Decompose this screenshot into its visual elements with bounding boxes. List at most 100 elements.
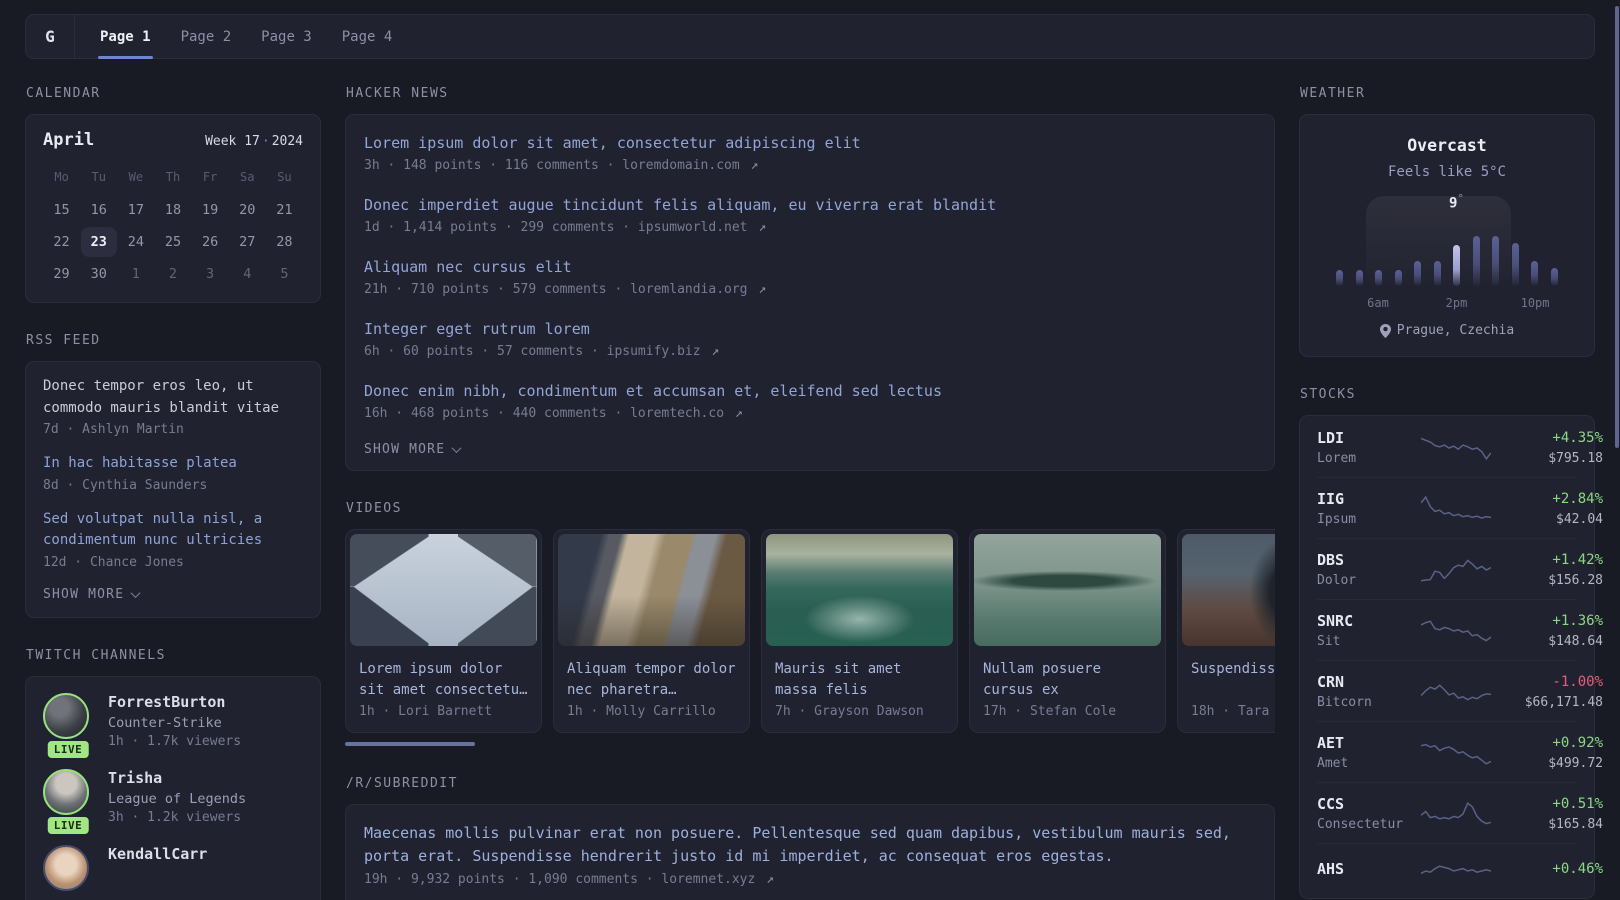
stock-name: Consectetur [1317,817,1404,832]
page-scrollbar[interactable] [1615,6,1619,448]
calendar-day[interactable]: 20 [229,194,266,226]
hn-item-meta: 16h · 468 points · 440 comments · loremt… [364,406,743,421]
video-title[interactable]: Suspendisse diam [1178,650,1275,701]
calendar-day[interactable]: 16 [80,194,117,226]
calendar-day[interactable]: 27 [229,226,266,258]
calendar-day[interactable]: 26 [192,226,229,258]
video-meta: 1h · Molly Carrillo [567,704,716,719]
weather-bar [1375,269,1383,286]
hn-item-title[interactable]: Integer eget rutrum lorem [364,318,1256,340]
video-title[interactable]: Mauris sit amet massa felis [762,650,957,701]
subreddit-post-item-title[interactable]: Maecenas mollis pulvinar erat non posuer… [364,822,1256,867]
hacker-news-card: Lorem ipsum dolor sit amet, consectetur … [345,114,1275,471]
video-card[interactable]: Suspendisse diam 18h · Tara [1177,529,1275,733]
video-title[interactable]: Aliquam tempor dolor nec pharetra… [554,650,749,701]
calendar-day[interactable]: 3 [192,258,229,290]
hacker-news-show-more-button[interactable]: SHOW MORE [364,442,1256,457]
show-more-label: SHOW MORE [43,586,125,602]
video-card[interactable]: Mauris sit amet massa felis 7h · Grayson … [761,529,958,733]
stock-name: Ipsum [1317,512,1357,527]
video-card[interactable]: Nullam posuere cursus ex 17h · Stefan Col… [969,529,1166,733]
hacker-news-section-label: HACKER NEWS [346,86,449,101]
weekday-label: Mo [54,170,69,184]
weather-bar [1492,235,1500,286]
stock-row[interactable]: AHS +0.46% [1317,843,1603,897]
hn-item-title[interactable]: Lorem ipsum dolor sit amet, consectetur … [364,132,1256,154]
hn-item-title[interactable]: Aliquam nec cursus elit [364,256,1256,278]
dashboard-grid: CALENDAR April Week 17 · 2024 Mo Tu We Th Fr Sa… [25,86,1603,900]
stock-row[interactable]: LDI Lorem +4.35% $795.18 [1317,417,1603,477]
external-link-icon: ↗ [734,406,743,421]
rss-item-title[interactable]: Sed volutpat nulla nisl, a condimentum n… [43,509,303,552]
hacker-news-widget: HACKER NEWS Lorem ipsum dolor sit amet, … [345,86,1275,471]
calendar-day[interactable]: 30 [80,258,117,290]
video-thumbnail-canoe-lake [974,534,1161,646]
calendar-day-number: 22 [53,234,70,250]
calendar-day[interactable]: 29 [43,258,80,290]
video-carousel[interactable]: Lorem ipsum dolor sit amet consectetu… 1h… [345,529,1275,733]
stock-ticker: LDI [1317,429,1345,447]
middle-column: HACKER NEWS Lorem ipsum dolor sit amet, … [345,86,1275,900]
calendar-day-number: 20 [239,202,256,218]
twitch-channel-row[interactable]: LIVE Trisha League of Legends 3h · 1.2k vie… [43,768,303,834]
stock-row[interactable]: CRN Bitcorn -1.00% $66,171.48 [1317,660,1603,721]
rss-item: Donec tempor eros leo, ut commodo mauris… [43,376,303,437]
hn-item: Lorem ipsum dolor sit amet, consectetur … [364,132,1256,173]
tab-page-4[interactable]: Page 4 [327,15,408,58]
calendar-day[interactable]: 28 [266,226,303,258]
stocks-section-label: STOCKS [1300,387,1356,402]
hn-item-title[interactable]: Donec enim nibh, condimentum et accumsan… [364,380,1256,402]
twitch-channel-row[interactable]: LIVE ForrestBurton Counter-Strike 1h · 1.7k… [43,692,303,758]
calendar-card: April Week 17 · 2024 Mo Tu We Th Fr Sa Su 15 16 17… [25,114,321,303]
video-title[interactable]: Lorem ipsum dolor sit amet consectetu… [346,650,541,701]
calendar-day-number: 28 [276,234,293,250]
calendar-day[interactable]: 24 [117,226,154,258]
stock-id: IIG Ipsum [1317,490,1421,527]
video-card[interactable]: Aliquam tempor dolor nec pharetra… 1h · M… [553,529,750,733]
stock-row[interactable]: SNRC Sit +1.36% $148.64 [1317,599,1603,660]
twitch-channel-row[interactable]: KendallCarr [43,844,303,891]
tab-page-1[interactable]: Page 1 [85,15,166,59]
weather-widget: WEATHER Overcast Feels like 5°C 9° 6am 2p… [1299,86,1595,357]
calendar-day[interactable]: 17 [117,194,154,226]
stock-row[interactable]: CCS Consectetur +0.51% $165.84 [1317,782,1603,843]
video-title[interactable]: Nullam posuere cursus ex [970,650,1165,701]
video-card[interactable]: Lorem ipsum dolor sit amet consectetu… 1h… [345,529,542,733]
channel-category: League of Legends [108,790,247,807]
stock-row[interactable]: DBS Dolor +1.42% $156.28 [1317,538,1603,599]
degree-symbol: ° [1457,192,1465,205]
calendar-day[interactable]: 1 [117,258,154,290]
calendar-day[interactable]: 25 [154,226,191,258]
calendar-day[interactable]: 4 [229,258,266,290]
stock-id: SNRC Sit [1317,612,1421,649]
calendar-day[interactable]: 19 [192,194,229,226]
tab-page-2[interactable]: Page 2 [166,15,247,58]
channel-name: Trisha [108,768,163,787]
tab-page-3[interactable]: Page 3 [246,15,327,58]
subreddit-card: Maecenas mollis pulvinar erat non posuer… [345,804,1275,900]
video-thumbnail-sea-wake [766,534,953,646]
rss-item-title[interactable]: In hac habitasse platea [43,453,303,475]
hn-item-meta: 3h · 148 points · 116 comments · loremdo… [364,158,759,173]
stock-ticker: CCS [1317,795,1345,813]
calendar-day[interactable]: 5 [266,258,303,290]
calendar-day-number: 18 [164,202,182,218]
weather-bar [1550,268,1558,286]
carousel-progress-thumb[interactable] [345,742,475,746]
calendar-day[interactable]: 21 [266,194,303,226]
stock-row[interactable]: IIG Ipsum +2.84% $42.04 [1317,477,1603,538]
rss-widget: RSS FEED Donec tempor eros leo, ut commo… [25,333,321,618]
stock-row[interactable]: AET Amet +0.92% $499.72 [1317,721,1603,782]
hn-item-title[interactable]: Donec imperdiet augue tincidunt felis al… [364,194,1256,216]
calendar-day[interactable]: 2 [154,258,191,290]
calendar-day[interactable]: 23 [80,226,117,258]
stock-name: Bitcorn [1317,695,1372,710]
stock-ticker: CRN [1317,673,1345,691]
calendar-day[interactable]: 18 [154,194,191,226]
rss-item-title[interactable]: Donec tempor eros leo, ut commodo mauris… [43,376,303,419]
calendar-day[interactable]: 22 [43,226,80,258]
app-logo[interactable]: G [26,15,75,58]
calendar-day[interactable]: 15 [43,194,80,226]
rss-show-more-button[interactable]: SHOW MORE [43,587,303,602]
stock-values: +1.42% $156.28 [1491,552,1603,588]
